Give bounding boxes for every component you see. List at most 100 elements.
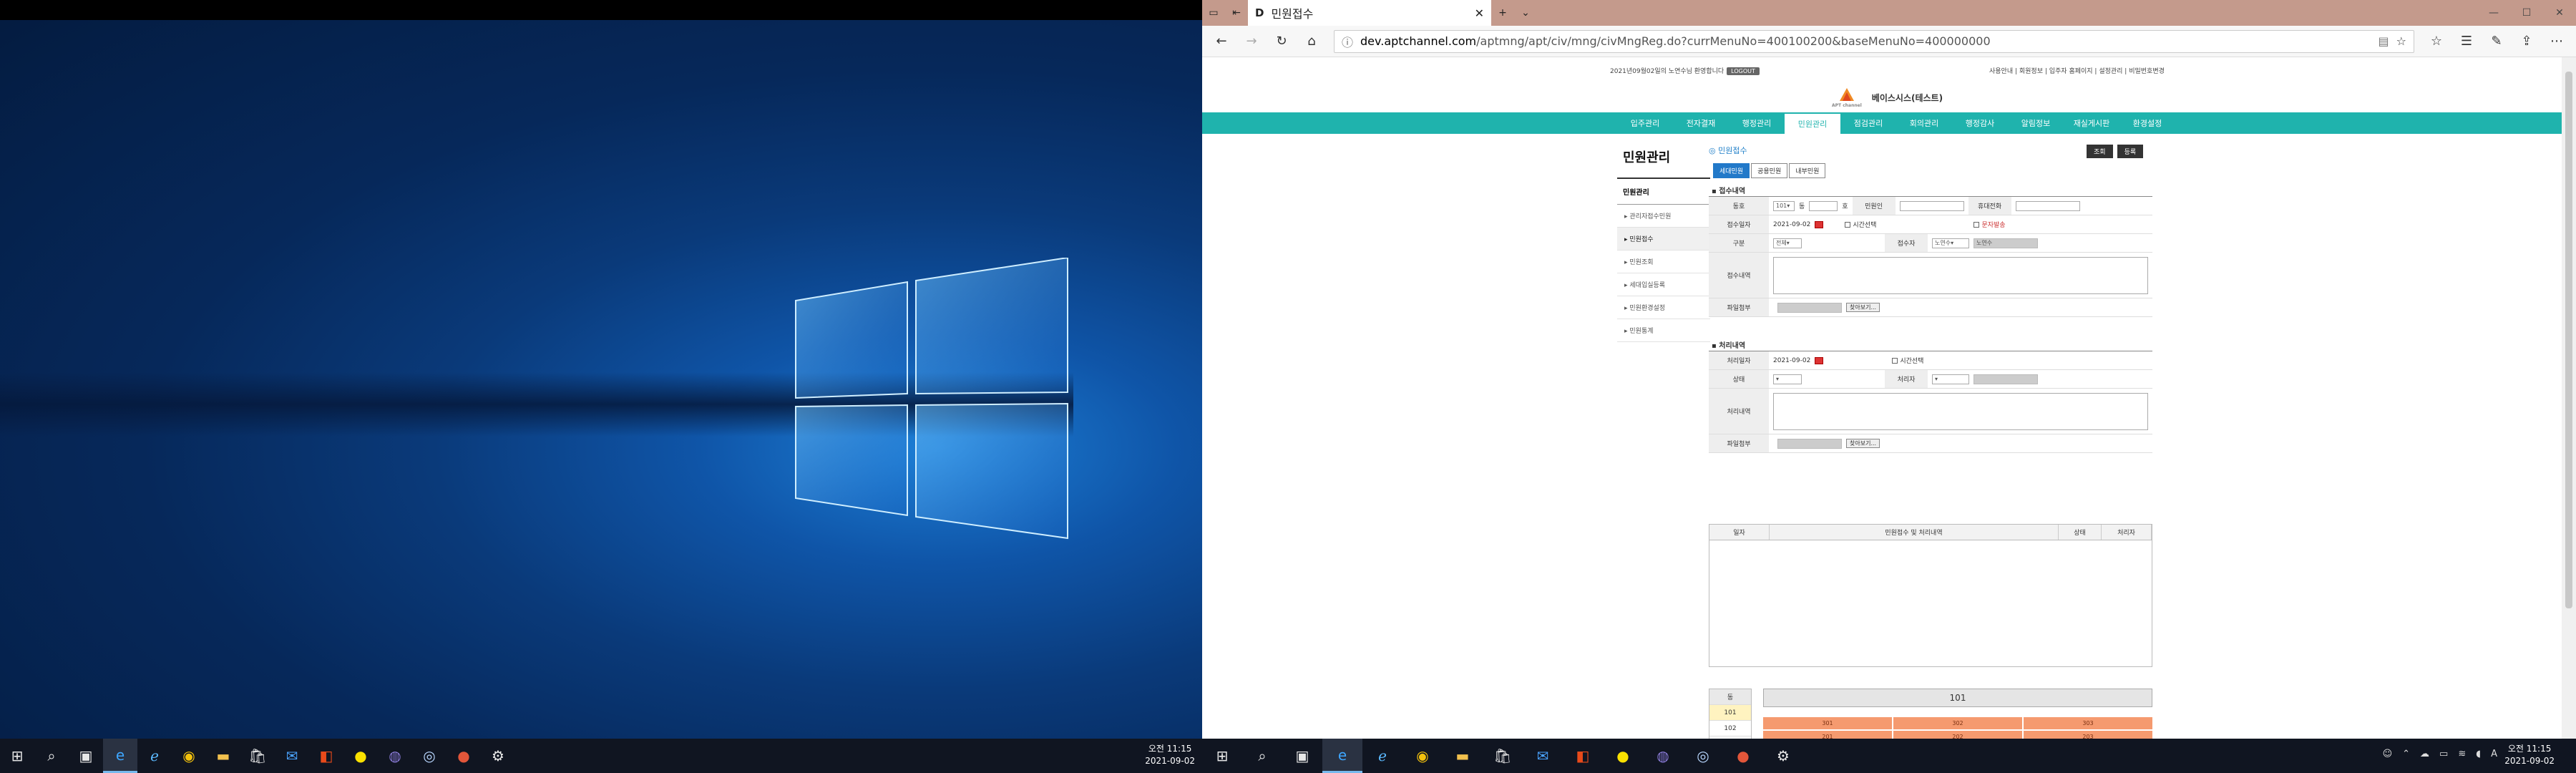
powerpoint-icon[interactable]: ● <box>447 739 481 773</box>
tab-common[interactable]: 공용민원 <box>1751 163 1788 178</box>
maximize-icon[interactable]: ☐ <box>2510 0 2543 26</box>
register-button[interactable]: 등록 <box>2117 145 2144 158</box>
dong-select[interactable]: 101 ▾ <box>1773 200 1795 211</box>
site-brand[interactable]: APT channel 베이스시스(테스트) <box>1832 87 1943 108</box>
menu-item[interactable]: 회의관리 <box>1896 112 1952 134</box>
unit-cell[interactable]: 202 <box>1893 731 2022 739</box>
dong-item[interactable]: 101 <box>1709 705 1751 721</box>
file-browse-button[interactable]: 찾아보기... <box>1846 303 1880 312</box>
time-select-checkbox[interactable]: 시간선택 <box>1845 220 1876 229</box>
status-select[interactable]: ▾ <box>1773 374 1802 384</box>
more-icon[interactable]: ⋯ <box>2543 29 2570 54</box>
settings-icon[interactable]: ⚙ <box>481 739 515 773</box>
site-info-icon[interactable]: ⓘ <box>1342 33 1353 50</box>
people-icon[interactable]: ☺ <box>2383 749 2393 759</box>
ie-icon[interactable]: ℯ <box>1362 739 1402 773</box>
store-icon[interactable]: 🛍 <box>1483 739 1523 773</box>
windows-start-icon[interactable]: ⊞ <box>0 739 34 773</box>
menu-item[interactable]: 전자결재 <box>1673 112 1729 134</box>
lnb-item[interactable]: ▸ 관리자접수민원 <box>1617 205 1710 228</box>
favorite-star-icon[interactable]: ☆ <box>2396 34 2406 48</box>
share-icon[interactable]: ⇪ <box>2513 29 2540 54</box>
menu-item[interactable]: 행정관리 <box>1729 112 1785 134</box>
new-tab-icon[interactable]: + <box>1491 0 1514 26</box>
settings-icon[interactable]: ⚙ <box>1763 739 1803 773</box>
lnb-head[interactable]: 민원관리 <box>1617 179 1710 205</box>
favorites-icon[interactable]: ☆ <box>2423 29 2450 54</box>
proc-date-value[interactable]: 2021-09-02 <box>1773 357 1810 364</box>
logout-button[interactable]: LOGOUT <box>1727 67 1760 75</box>
edge-icon[interactable]: e <box>1322 739 1362 773</box>
office-icon[interactable]: ◧ <box>1563 739 1603 773</box>
chrome-icon[interactable]: ◉ <box>172 739 206 773</box>
phone-input[interactable] <box>2015 200 2080 211</box>
refresh-icon[interactable]: ↻ <box>1268 29 1295 54</box>
lnb-item[interactable]: ▸ 민원통계 <box>1617 319 1710 342</box>
app-icon[interactable]: ◍ <box>1643 739 1683 773</box>
menu-item[interactable]: 환경설정 <box>2119 112 2175 134</box>
chrome-icon[interactable]: ◉ <box>1402 739 1443 773</box>
menu-item[interactable]: 재실게시판 <box>2064 112 2119 134</box>
lnb-item[interactable]: ▸ 세대입실등록 <box>1617 273 1710 296</box>
app-icon[interactable]: ◍ <box>378 739 412 773</box>
proc-time-checkbox[interactable]: 시간선택 <box>1892 356 1923 365</box>
steam-icon[interactable]: ◎ <box>412 739 447 773</box>
proc-file-browse-button[interactable]: 찾아보기... <box>1846 439 1880 448</box>
browser-tab[interactable]: D 민원접수 ✕ <box>1248 0 1491 26</box>
office-icon[interactable]: ◧ <box>309 739 343 773</box>
minimize-icon[interactable]: — <box>2477 0 2510 26</box>
tab-list-icon[interactable]: ⌄ <box>1514 0 1537 26</box>
search-button[interactable]: 조회 <box>2087 145 2113 158</box>
lnb-item[interactable]: ▸ 민원환경설정 <box>1617 296 1710 319</box>
network-icon[interactable]: ≋ <box>2458 749 2466 759</box>
windows-start-icon[interactable]: ⊞ <box>1202 739 1242 773</box>
page-scrollbar[interactable] <box>2562 57 2576 739</box>
applicant-input[interactable] <box>1899 200 1964 211</box>
unit-cell[interactable]: 201 <box>1763 731 1892 739</box>
dong-item[interactable]: 102 <box>1709 721 1751 736</box>
unit-cell[interactable]: 203 <box>2024 731 2152 739</box>
unit-cell[interactable]: 302 <box>1893 717 2022 729</box>
menu-item[interactable]: 입주관리 <box>1617 112 1673 134</box>
taskbar-clock-left[interactable]: 오전 11:15 2021-09-02 <box>1145 743 1195 767</box>
ie-icon[interactable]: ℯ <box>137 739 172 773</box>
utility-links[interactable]: 사용안내 | 회원정보 | 입주자 홈페이지 | 설정관리 | 비밀번호변경 <box>1989 66 2165 75</box>
close-tab-icon[interactable]: ✕ <box>1475 6 1484 20</box>
calendar-icon[interactable] <box>1815 356 1824 364</box>
type-select[interactable]: 전체 ▾ <box>1773 238 1802 248</box>
cloud-icon[interactable]: ☁ <box>2420 749 2429 759</box>
close-window-icon[interactable]: ✕ <box>2543 0 2576 26</box>
forward-icon[interactable]: → <box>1238 29 1265 54</box>
receipt-date-value[interactable]: 2021-09-02 <box>1773 221 1810 228</box>
tab-set-aside-icon[interactable]: ⇤ <box>1225 0 1248 26</box>
notes-icon[interactable]: ✎ <box>2483 29 2510 54</box>
lnb-item[interactable]: ▸ 민원조회 <box>1617 251 1710 273</box>
proc-detail-textarea[interactable] <box>1773 392 2148 430</box>
chevron-up-icon[interactable]: ⌃ <box>2402 749 2410 759</box>
reading-list-icon[interactable]: ☰ <box>2453 29 2480 54</box>
scrollbar-thumb[interactable] <box>2565 72 2572 608</box>
calendar-icon[interactable] <box>1815 220 1824 228</box>
sms-checkbox[interactable]: 문자발송 <box>1974 220 2006 229</box>
menu-item[interactable]: 행정감사 <box>1952 112 2008 134</box>
store-icon[interactable]: 🛍 <box>240 739 275 773</box>
tab-actions-icon[interactable]: ▭ <box>1202 0 1225 26</box>
task-view-icon[interactable]: ▣ <box>69 739 103 773</box>
folder-icon[interactable]: ▬ <box>1443 739 1483 773</box>
menu-item[interactable]: 점검관리 <box>1840 112 1896 134</box>
receiver-select[interactable]: 노연수 ▾ <box>1932 238 1969 248</box>
steam-icon[interactable]: ◎ <box>1683 739 1723 773</box>
ho-input[interactable] <box>1809 200 1838 211</box>
taskbar-clock-right[interactable]: 오전 11:15 2021-09-02 <box>2504 743 2555 767</box>
kakaotalk-icon[interactable]: ● <box>343 739 378 773</box>
mail-icon[interactable]: ✉ <box>275 739 309 773</box>
volume-icon[interactable]: ◖ <box>2476 749 2481 759</box>
task-view-icon[interactable]: ▣ <box>1282 739 1322 773</box>
lnb-item[interactable]: ▸ 민원접수 <box>1617 228 1710 251</box>
folder-icon[interactable]: ▬ <box>206 739 240 773</box>
mail-icon[interactable]: ✉ <box>1523 739 1563 773</box>
menu-item[interactable]: 알림정보 <box>2008 112 2064 134</box>
edge-icon[interactable]: e <box>103 739 137 773</box>
tab-internal[interactable]: 내부민원 <box>1789 163 1826 178</box>
battery-icon[interactable]: ▭ <box>2439 749 2448 759</box>
